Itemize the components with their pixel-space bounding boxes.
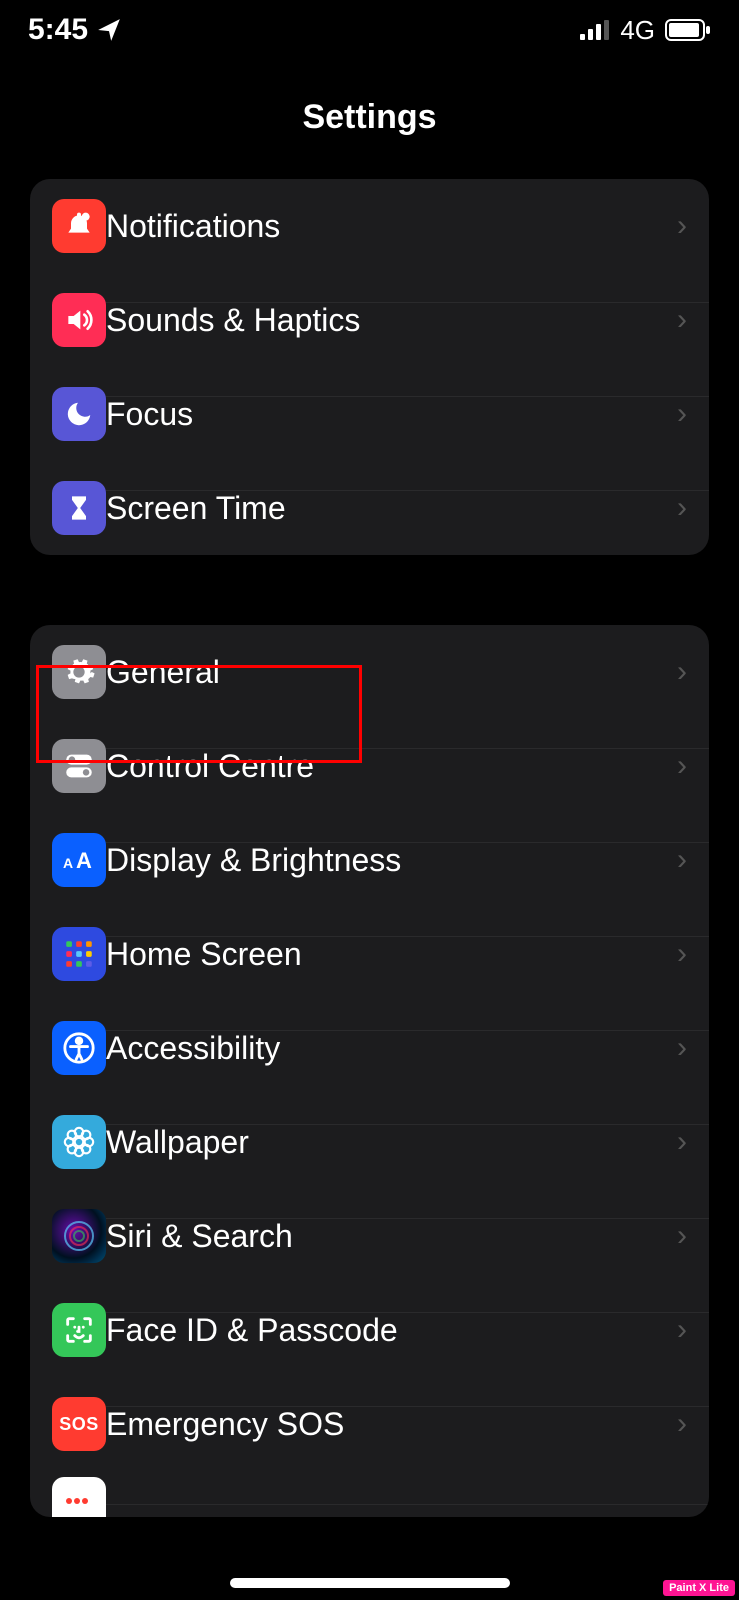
status-left: 5:45	[28, 13, 122, 47]
svg-text:A: A	[76, 848, 92, 873]
chevron-right-icon: ›	[677, 303, 687, 337]
row-label: Wallpaper	[106, 1124, 649, 1161]
sos-icon: SOS	[52, 1397, 106, 1451]
chevron-right-icon: ›	[677, 1407, 687, 1441]
row-emergency-sos[interactable]: SOS Emergency SOS ›	[30, 1377, 709, 1471]
location-arrow-icon	[96, 17, 122, 43]
chevron-right-icon: ›	[677, 749, 687, 783]
row-general[interactable]: General ›	[30, 625, 709, 719]
chevron-right-icon: ›	[677, 397, 687, 431]
row-label: Control Centre	[106, 748, 649, 785]
row-label: Display & Brightness	[106, 842, 649, 879]
watermark: Paint X Lite	[663, 1580, 735, 1596]
home-indicator[interactable]	[230, 1578, 510, 1588]
settings-group-2: General › Control Centre › A A Display &…	[30, 625, 709, 1517]
row-label: Face ID & Passcode	[106, 1312, 649, 1349]
chevron-right-icon: ›	[677, 491, 687, 525]
speaker-icon	[52, 293, 106, 347]
moon-icon	[52, 387, 106, 441]
settings-group-1: Notifications › Sounds & Haptics › Focus…	[30, 179, 709, 555]
face-icon	[52, 1303, 106, 1357]
row-label: General	[106, 654, 649, 691]
row-label: Siri & Search	[106, 1218, 649, 1255]
chevron-right-icon: ›	[677, 1125, 687, 1159]
row-home-screen[interactable]: Home Screen ›	[30, 907, 709, 1001]
row-notifications[interactable]: Notifications ›	[30, 179, 709, 273]
svg-text:A: A	[63, 855, 73, 871]
row-siri-search[interactable]: Siri & Search ›	[30, 1189, 709, 1283]
row-label: Emergency SOS	[106, 1406, 649, 1443]
row-label: Screen Time	[106, 490, 649, 527]
chevron-right-icon: ›	[677, 1219, 687, 1253]
row-screen-time[interactable]: Screen Time ›	[30, 461, 709, 555]
gear-icon	[52, 645, 106, 699]
chevron-right-icon: ›	[677, 1313, 687, 1347]
row-face-id-passcode[interactable]: Face ID & Passcode ›	[30, 1283, 709, 1377]
partial-icon	[52, 1477, 106, 1517]
chevron-right-icon: ›	[677, 843, 687, 877]
text-size-icon: A A	[52, 833, 106, 887]
row-wallpaper[interactable]: Wallpaper ›	[30, 1095, 709, 1189]
row-display-brightness[interactable]: A A Display & Brightness ›	[30, 813, 709, 907]
status-time: 5:45	[28, 13, 88, 47]
row-control-centre[interactable]: Control Centre ›	[30, 719, 709, 813]
page-header: Settings	[0, 60, 739, 179]
battery-icon	[665, 19, 711, 41]
row-focus[interactable]: Focus ›	[30, 367, 709, 461]
hourglass-icon	[52, 481, 106, 535]
status-right: 4G	[580, 15, 711, 46]
chevron-right-icon: ›	[677, 937, 687, 971]
row-label: Home Screen	[106, 936, 649, 973]
row-partial-next[interactable]	[30, 1471, 709, 1517]
row-label: Notifications	[106, 208, 649, 245]
network-label: 4G	[620, 15, 655, 46]
toggles-icon	[52, 739, 106, 793]
status-bar: 5:45 4G	[0, 0, 739, 60]
chevron-right-icon: ›	[677, 1031, 687, 1065]
cellular-signal-icon	[580, 20, 610, 40]
row-accessibility[interactable]: Accessibility ›	[30, 1001, 709, 1095]
row-label: Accessibility	[106, 1030, 649, 1067]
page-title: Settings	[0, 98, 739, 137]
person-icon	[52, 1021, 106, 1075]
grid-icon	[52, 927, 106, 981]
row-label: Sounds & Haptics	[106, 302, 649, 339]
chevron-right-icon: ›	[677, 209, 687, 243]
flower-icon	[52, 1115, 106, 1169]
bell-icon	[52, 199, 106, 253]
row-sounds-haptics[interactable]: Sounds & Haptics ›	[30, 273, 709, 367]
row-label: Focus	[106, 396, 649, 433]
siri-icon	[52, 1209, 106, 1263]
chevron-right-icon: ›	[677, 655, 687, 689]
